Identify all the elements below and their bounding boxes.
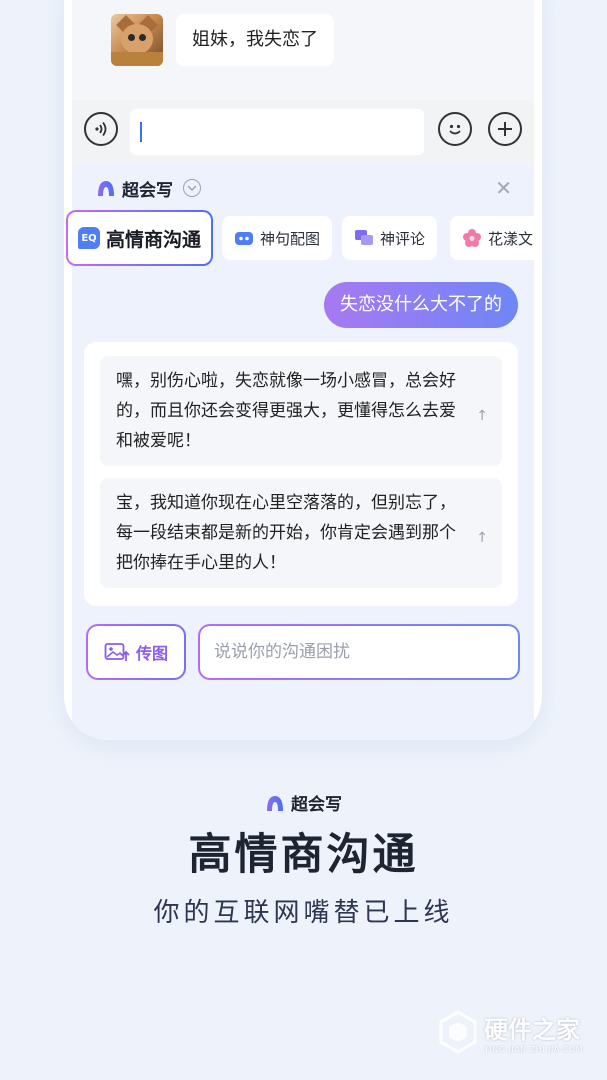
text-caret [140,122,142,142]
eq-icon: EQ [78,227,100,249]
chevron-down-icon[interactable] [183,179,201,197]
arrow-up-icon[interactable]: ↑ [476,401,488,431]
chip-flower-text[interactable]: 花漾文 [450,216,542,260]
flower-icon [463,229,481,247]
chat-input-bar [72,100,534,164]
promo-subtitle: 你的互联网嘴替已上线 [153,898,454,928]
promo-brand: 超会写 [0,790,607,815]
plus-icon [498,122,512,136]
chat-text-input[interactable] [130,109,424,155]
image-upload-icon [104,643,130,661]
reply-results-card: 嘿，别伤心啦，失恋就像一场小感冒，总会好的，而且你还会变得更强大，更懂得怎么去爱… [84,342,518,606]
chip-label: 花漾文 [488,229,534,248]
assistant-brand-name: 超会写 [122,180,173,201]
incoming-message: 姐妹，我失恋了 [176,14,334,66]
problem-input[interactable]: 说说你的沟通困扰 [198,624,520,680]
chip-label: 神评论 [380,229,426,248]
emoji-button[interactable] [438,112,472,146]
voice-button[interactable] [84,112,118,146]
phone-mockup: 姐妹，我失恋了 超会写 ✕ EQ 高情商沟通 神句配图 神评论 花漾文 失恋没什… [64,0,542,740]
reply-option[interactable]: 宝，我知道你现在心里空落落的，但别忘了，每一段结束都是新的开始，你肯定会遇到那个… [100,478,502,588]
chip-sentence-image[interactable]: 神句配图 [222,216,333,260]
watermark-text: 硬件之家 [484,1016,580,1044]
upload-image-button[interactable]: 传图 [86,624,186,680]
watermark: 硬件之家 YING JIAN ZHI JIA.COM [438,1010,583,1054]
voice-icon [95,121,107,137]
writing-assistant-panel: 超会写 ✕ EQ 高情商沟通 神句配图 神评论 花漾文 失恋没什么大不了的 嘿，… [72,164,542,740]
promo-brand-name: 超会写 [291,795,342,815]
chip-eq-communication[interactable]: EQ 高情商沟通 [66,210,213,266]
chat-area: 姐妹，我失恋了 [72,0,534,100]
watermark-subtext: YING JIAN ZHI JIA.COM [484,1045,583,1054]
reply-text: 嘿，别伤心啦，失恋就像一场小感冒，总会好的，而且你还会变得更强大，更懂得怎么去爱… [116,371,456,451]
reply-text: 宝，我知道你现在心里空落落的，但别忘了，每一段结束都是新的开始，你肯定会遇到那个… [116,493,456,573]
comment-icon [355,230,373,245]
chip-label: 神句配图 [260,229,321,248]
brand-logo-icon [98,181,114,196]
chip-comment[interactable]: 神评论 [342,216,438,260]
assistant-brand: 超会写 [96,174,201,202]
reply-option[interactable]: 嘿，别伤心啦，失恋就像一场小感冒，总会好的，而且你还会变得更强大，更懂得怎么去爱… [100,356,502,466]
promo-title: 高情商沟通 [188,830,419,880]
robot-icon [235,232,253,245]
close-icon[interactable]: ✕ [495,176,512,200]
plus-button[interactable] [488,112,522,146]
upload-image-label: 传图 [135,644,168,663]
smile-icon [449,124,461,135]
arrow-up-icon[interactable]: ↑ [476,523,488,553]
user-prompt-bubble: 失恋没什么大不了的 [324,282,518,328]
avatar[interactable] [111,14,163,66]
brand-logo-icon [267,795,283,811]
watermark-logo-icon [439,1010,477,1054]
chip-label: 高情商沟通 [106,228,202,251]
